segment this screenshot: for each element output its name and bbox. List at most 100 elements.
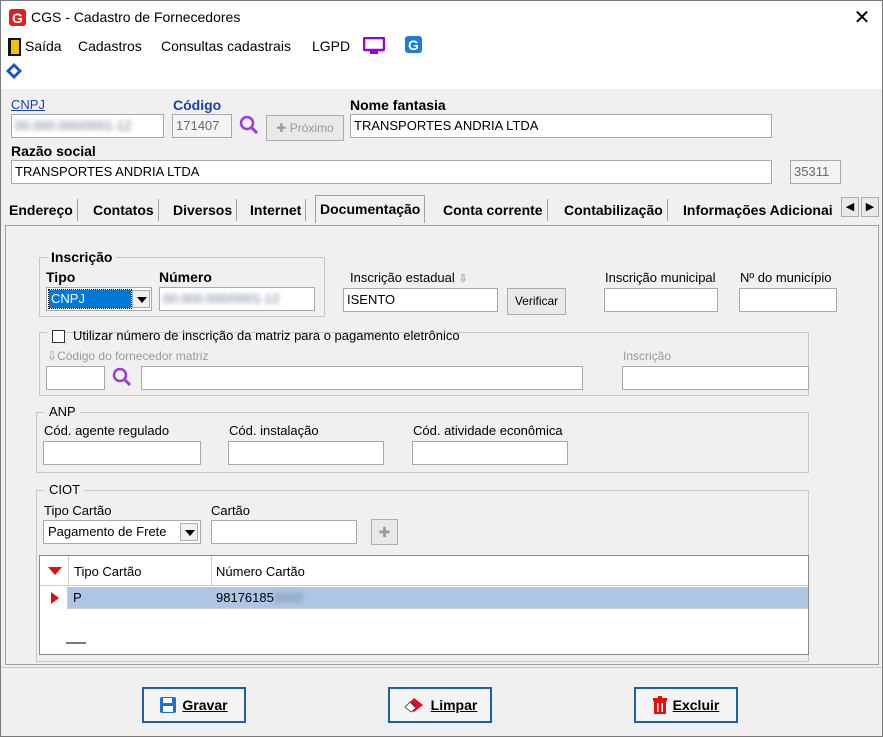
svg-text:G: G bbox=[12, 10, 23, 26]
tipo-label: Tipo bbox=[46, 269, 76, 285]
gravar-label: Gravar bbox=[182, 697, 228, 713]
limpar-label: Limpar bbox=[430, 697, 478, 713]
proximo-label: Próximo bbox=[289, 121, 334, 135]
row-numero: 981761850000 bbox=[216, 590, 303, 605]
razao-code-field: 35311 bbox=[790, 160, 841, 184]
codigo-fornecedor-matriz-label: ⇩Código do fornecedor matriz bbox=[47, 349, 209, 363]
excluir-label: Excluir bbox=[672, 697, 720, 713]
tipo-cartao-select[interactable]: Pagamento de Frete bbox=[43, 520, 201, 544]
tab-informacoes-adicionais[interactable]: Informações Adicionai bbox=[679, 199, 837, 221]
codigo-label: Código bbox=[173, 97, 222, 113]
trash-icon bbox=[652, 696, 667, 714]
nome-matriz-field[interactable] bbox=[141, 366, 583, 390]
tab-conta-corrente[interactable]: Conta corrente bbox=[439, 199, 548, 221]
g-app-icon[interactable]: G bbox=[405, 36, 422, 53]
proximo-button[interactable]: ✚ Próximo bbox=[266, 115, 344, 141]
razao-social-label: Razão social bbox=[11, 143, 96, 159]
arrow-down-icon: ⇩ bbox=[458, 273, 468, 285]
codigo-matriz-field[interactable] bbox=[46, 366, 105, 390]
tab-scroll-right-icon[interactable]: ▶ bbox=[861, 197, 879, 217]
tab-endereco[interactable]: Endereço bbox=[5, 199, 78, 221]
chevron-down-icon bbox=[180, 523, 198, 541]
cartoes-grid: Tipo Cartão Número Cartão P 981761850000 bbox=[39, 555, 809, 655]
tipo-select-value: CNPJ bbox=[48, 289, 132, 309]
limpar-button[interactable]: Limpar bbox=[388, 687, 492, 723]
grid-header: Tipo Cartão Número Cartão bbox=[40, 556, 808, 586]
excluir-button[interactable]: Excluir bbox=[634, 687, 738, 723]
cnpj-value[interactable]: 00.000.000/0001-12 bbox=[15, 118, 131, 133]
tab-documentacao[interactable]: Documentação bbox=[315, 195, 426, 223]
inscricao-matriz-label: Inscrição bbox=[623, 349, 672, 363]
tab-internet[interactable]: Internet bbox=[246, 199, 307, 221]
tab-contatos[interactable]: Contatos bbox=[89, 199, 159, 221]
sort-down-icon[interactable] bbox=[48, 567, 62, 575]
window-title: CGS - Cadastro de Fornecedores bbox=[31, 9, 241, 25]
matriz-checkbox-row[interactable]: Utilizar número de inscrição da matriz p… bbox=[47, 326, 460, 344]
menu-bar: Saída Cadastros Consultas cadastrais LGP… bbox=[1, 33, 882, 89]
ciot-group-title: CIOT bbox=[45, 482, 85, 497]
numero-municipio-label: Nº do município bbox=[740, 270, 832, 285]
svg-text:G: G bbox=[408, 37, 419, 53]
codigo-field[interactable]: 171407 bbox=[172, 114, 232, 138]
inscricao-municipal-field[interactable] bbox=[604, 288, 718, 312]
application-window: G CGS - Cadastro de Fornecedores ✕ Saída… bbox=[0, 0, 883, 737]
numero-label: Número bbox=[159, 269, 212, 285]
inscricao-matriz-field[interactable] bbox=[622, 366, 809, 390]
plus-icon: ✚ bbox=[378, 524, 391, 540]
add-cartao-button[interactable]: ✚ bbox=[371, 519, 398, 545]
grid-header-numero[interactable]: Número Cartão bbox=[216, 564, 305, 579]
matriz-checkbox-label: Utilizar número de inscrição da matriz p… bbox=[73, 328, 460, 343]
inscricao-estadual-field[interactable]: ISENTO bbox=[343, 288, 498, 312]
inscricao-estadual-label: Inscrição estadual ⇩ bbox=[350, 270, 468, 285]
app-logo-icon: G bbox=[9, 9, 26, 26]
inscricao-group-title: Inscrição bbox=[47, 249, 117, 265]
menu-cadastros[interactable]: Cadastros bbox=[78, 38, 142, 54]
instalacao-label: Cód. instalação bbox=[229, 423, 319, 438]
arrow-down-icon: ⇩ bbox=[47, 349, 58, 363]
razao-social-field[interactable]: TRANSPORTES ANDRIA LTDA bbox=[11, 160, 772, 184]
table-row[interactable]: P 981761850000 bbox=[40, 587, 808, 609]
anp-group-title: ANP bbox=[45, 404, 80, 419]
tab-contabilizacao[interactable]: Contabilização bbox=[560, 199, 668, 221]
menu-saida[interactable]: Saída bbox=[25, 38, 62, 54]
current-row-icon bbox=[51, 592, 59, 604]
cartao-field[interactable] bbox=[211, 520, 357, 544]
row-indicator bbox=[40, 587, 68, 609]
menu-lgpd[interactable]: LGPD bbox=[312, 38, 350, 54]
cnpj-link[interactable]: CNPJ bbox=[11, 97, 45, 112]
tipo-select[interactable]: CNPJ bbox=[46, 287, 152, 311]
tipo-cartao-label: Tipo Cartão bbox=[44, 503, 112, 518]
plus-icon: ✚ bbox=[276, 121, 287, 135]
diamond-icon[interactable] bbox=[6, 63, 22, 79]
menu-consultas-cadastrais[interactable]: Consultas cadastrais bbox=[161, 38, 291, 54]
agente-regulado-label: Cód. agente regulado bbox=[44, 423, 170, 438]
numero-value[interactable]: 00.000.000/0001-12 bbox=[163, 291, 279, 306]
search-icon[interactable] bbox=[112, 367, 132, 387]
search-icon[interactable] bbox=[239, 115, 259, 135]
gravar-button[interactable]: Gravar bbox=[142, 687, 246, 723]
inscricao-municipal-label: Inscrição municipal bbox=[605, 270, 716, 285]
tab-diversos[interactable]: Diversos bbox=[169, 199, 238, 221]
close-button[interactable]: ✕ bbox=[847, 3, 877, 31]
tab-scroll-left-icon[interactable]: ◀ bbox=[841, 197, 859, 217]
nome-fantasia-field[interactable]: TRANSPORTES ANDRIA LTDA bbox=[350, 114, 772, 138]
matriz-checkbox[interactable] bbox=[52, 330, 65, 343]
save-icon bbox=[160, 697, 177, 713]
nome-fantasia-label: Nome fantasia bbox=[350, 97, 446, 113]
cartao-label: Cartão bbox=[211, 503, 251, 518]
numero-municipio-field[interactable] bbox=[739, 288, 837, 312]
instalacao-field[interactable] bbox=[228, 441, 384, 465]
verificar-button[interactable]: Verificar bbox=[507, 288, 566, 315]
grid-scroll-thumb[interactable] bbox=[66, 642, 86, 644]
title-bar: G CGS - Cadastro de Fornecedores ✕ bbox=[1, 1, 882, 33]
agente-regulado-field[interactable] bbox=[43, 441, 201, 465]
chevron-down-icon bbox=[132, 290, 150, 308]
atividade-economica-label: Cód. atividade econômica bbox=[413, 423, 563, 438]
action-bar: Gravar Limpar Excluir bbox=[1, 667, 882, 736]
grid-header-tipo[interactable]: Tipo Cartão bbox=[74, 564, 141, 579]
monitor-icon[interactable] bbox=[363, 37, 385, 55]
row-tipo: P bbox=[73, 590, 82, 605]
atividade-economica-field[interactable] bbox=[412, 441, 568, 465]
exit-icon bbox=[8, 38, 21, 56]
tab-bar: Endereço Contatos Diversos Internet Docu… bbox=[5, 195, 881, 225]
